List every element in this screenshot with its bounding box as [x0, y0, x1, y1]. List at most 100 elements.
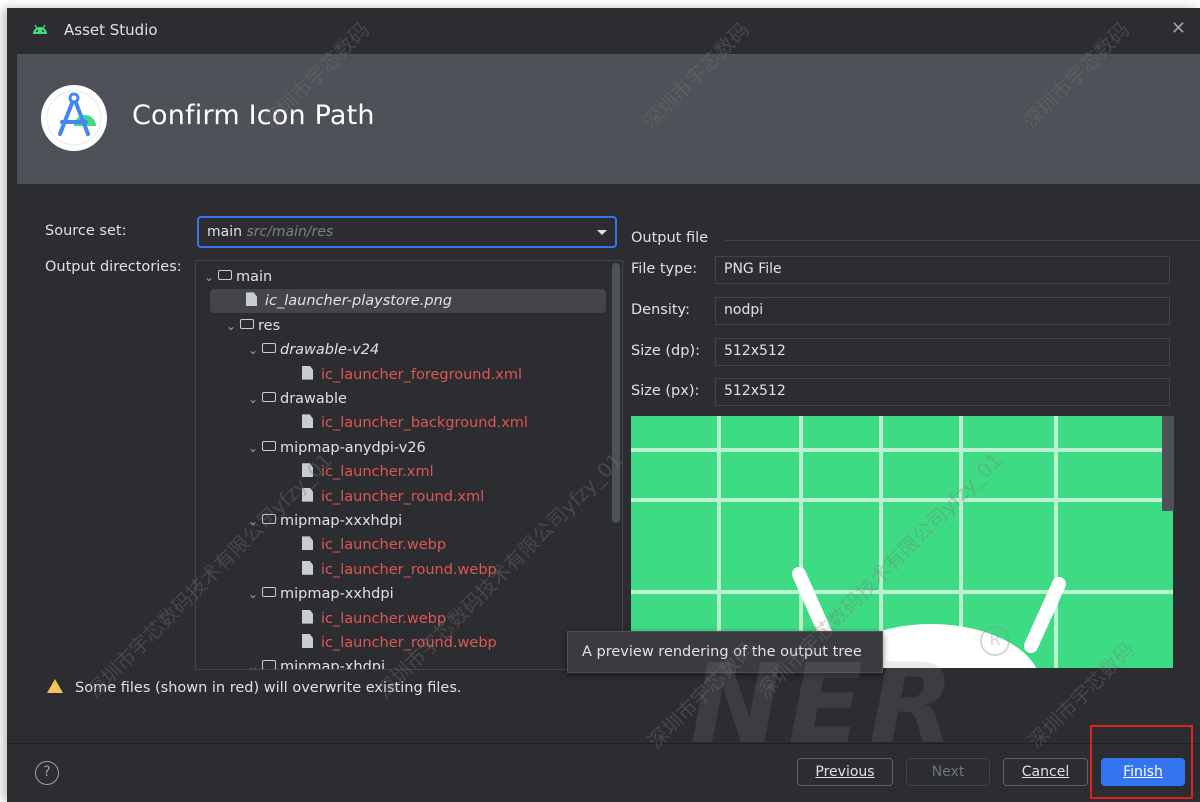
tree-item-label: ic_launcher_background.xml: [321, 415, 528, 432]
tree-item-label: mipmap-anydpi-v26: [280, 439, 426, 456]
file-icon: [302, 609, 313, 624]
chevron-down-icon[interactable]: ⌄: [248, 387, 262, 411]
tree-item-label: res: [258, 317, 281, 334]
tree-item-label: drawable-v24: [280, 342, 380, 359]
file-type-value: PNG File: [724, 261, 782, 277]
next-button[interactable]: Next: [906, 758, 990, 786]
tree-file-row[interactable]: ic_launcher-playstore.png: [210, 289, 606, 314]
folder-icon: [240, 318, 254, 329]
footer-divider: [7, 743, 1200, 744]
preview-scrollbar[interactable]: [1162, 416, 1174, 511]
source-set-label: Source set:: [45, 223, 127, 239]
tree-folder-row[interactable]: ⌄ res: [196, 314, 280, 338]
file-icon: [302, 634, 313, 648]
density-value: nodpi: [724, 302, 764, 318]
tree-item-label: mipmap-xhdpi: [280, 659, 386, 670]
tree-folder-row[interactable]: ⌄ mipmap-xhdpi: [196, 655, 386, 670]
tree-file-row[interactable]: ic_launcher.webp: [196, 607, 446, 631]
warning-text: Some files (shown in red) will overwrite…: [75, 680, 462, 696]
warning-icon: [47, 679, 63, 693]
tree-item-label: ic_launcher_foreground.xml: [321, 366, 523, 383]
tree-item-label: ic_launcher.xml: [321, 464, 434, 481]
folder-icon: [218, 270, 232, 280]
tree-item-label: main: [236, 269, 273, 285]
folder-icon: [262, 587, 276, 598]
tree-item-label: mipmap-xxxhdpi: [280, 513, 403, 529]
density-field: nodpi: [715, 297, 1170, 325]
chevron-down-icon[interactable]: ⌄: [248, 655, 262, 669]
title-bar: Asset Studio ✕: [7, 8, 1200, 54]
chevron-down-icon[interactable]: ⌄: [248, 509, 262, 533]
tree-item-label: ic_launcher_round.webp: [321, 561, 497, 578]
output-file-title: Output file: [631, 230, 709, 246]
tree-item-label: drawable: [280, 391, 347, 407]
chevron-down-icon[interactable]: ⌄: [248, 338, 262, 362]
tree-file-row[interactable]: ic_launcher_round.webp: [196, 631, 497, 655]
tree-item-label: ic_launcher_round.webp: [321, 635, 497, 651]
file-icon: [302, 560, 313, 575]
tree-item-label: ic_launcher-playstore.png: [265, 293, 452, 310]
file-type-field: PNG File: [715, 256, 1170, 284]
tree-file-row[interactable]: ic_launcher_round.webp: [196, 558, 497, 582]
tree-item-label: mipmap-xxhdpi: [280, 586, 394, 603]
file-icon: [302, 463, 313, 478]
wizard-header: Confirm Icon Path: [17, 54, 1200, 184]
cancel-label: Cancel: [1021, 764, 1070, 780]
output-file-divider: [725, 240, 1200, 241]
source-set-value: main: [207, 224, 242, 240]
chevron-down-icon[interactable]: ⌄: [248, 582, 262, 606]
folder-icon: [262, 440, 276, 451]
size-px-field: 512x512: [715, 378, 1170, 406]
file-icon: [302, 487, 313, 502]
help-button[interactable]: ?: [35, 761, 59, 785]
size-dp-field: 512x512: [715, 338, 1170, 366]
tree-file-row[interactable]: ic_launcher.xml: [196, 460, 434, 484]
cancel-button[interactable]: Cancel: [1003, 758, 1088, 786]
tree-file-row[interactable]: ic_launcher_background.xml: [196, 411, 528, 435]
chevron-down-icon[interactable]: ⌄: [226, 314, 240, 338]
tree-item-label: ic_launcher.webp: [321, 610, 447, 627]
file-icon: [302, 414, 313, 429]
android-studio-logo-icon: [41, 85, 107, 151]
file-icon: [302, 365, 313, 380]
size-px-label: Size (px):: [631, 383, 700, 399]
tree-item-label: ic_launcher_round.xml: [321, 488, 485, 505]
tree-folder-row[interactable]: ⌄ mipmap-xxxhdpi: [196, 509, 402, 533]
tree-file-row[interactable]: ic_launcher_foreground.xml: [196, 363, 522, 387]
tree-file-row[interactable]: ic_launcher_round.xml: [196, 485, 484, 509]
window-title: Asset Studio: [64, 21, 158, 39]
size-dp-value: 512x512: [724, 343, 786, 359]
folder-icon: [262, 514, 276, 524]
tree-item-label: ic_launcher.webp: [321, 537, 447, 554]
size-dp-label: Size (dp):: [631, 343, 700, 359]
tree-folder-row[interactable]: ⌄ main: [196, 265, 272, 289]
chevron-down-icon[interactable]: ⌄: [248, 436, 262, 460]
previous-button[interactable]: Previous: [797, 758, 893, 786]
next-label: Next: [931, 764, 965, 780]
tree-folder-row[interactable]: ⌄ drawable: [196, 387, 347, 411]
folder-icon: [262, 660, 276, 669]
source-set-dropdown[interactable]: main src/main/res: [197, 216, 617, 248]
finish-highlight-box: [1090, 725, 1193, 799]
overwrite-warning: Some files (shown in red) will overwrite…: [47, 679, 462, 696]
tree-folder-row[interactable]: ⌄ mipmap-anydpi-v26: [196, 436, 426, 460]
output-directories-label: Output directories:: [45, 259, 182, 275]
file-icon: [246, 292, 257, 307]
close-icon[interactable]: ✕: [1171, 18, 1186, 39]
chevron-down-icon[interactable]: ⌄: [204, 265, 218, 289]
density-label: Density:: [631, 302, 690, 318]
tree-folder-row[interactable]: ⌄ drawable-v24: [196, 338, 379, 362]
previous-label: Previous: [815, 764, 875, 780]
tree-folder-row[interactable]: ⌄ mipmap-xxhdpi: [196, 582, 394, 606]
folder-icon: [262, 392, 276, 402]
file-icon: [302, 536, 313, 551]
android-icon: [33, 24, 47, 34]
tree-scrollbar[interactable]: [612, 263, 620, 523]
asset-studio-dialog: Asset Studio ✕ Confirm Icon Path Source …: [7, 8, 1200, 802]
page-title: Confirm Icon Path: [132, 100, 375, 131]
folder-icon: [262, 343, 276, 354]
tree-file-row[interactable]: ic_launcher.webp: [196, 533, 446, 557]
chevron-down-icon[interactable]: [597, 230, 607, 235]
output-directories-tree[interactable]: ⌄ main ic_launcher-playstore.png ⌄ res ⌄ drawa…: [195, 260, 623, 670]
source-set-hint: src/main/res: [246, 224, 334, 240]
